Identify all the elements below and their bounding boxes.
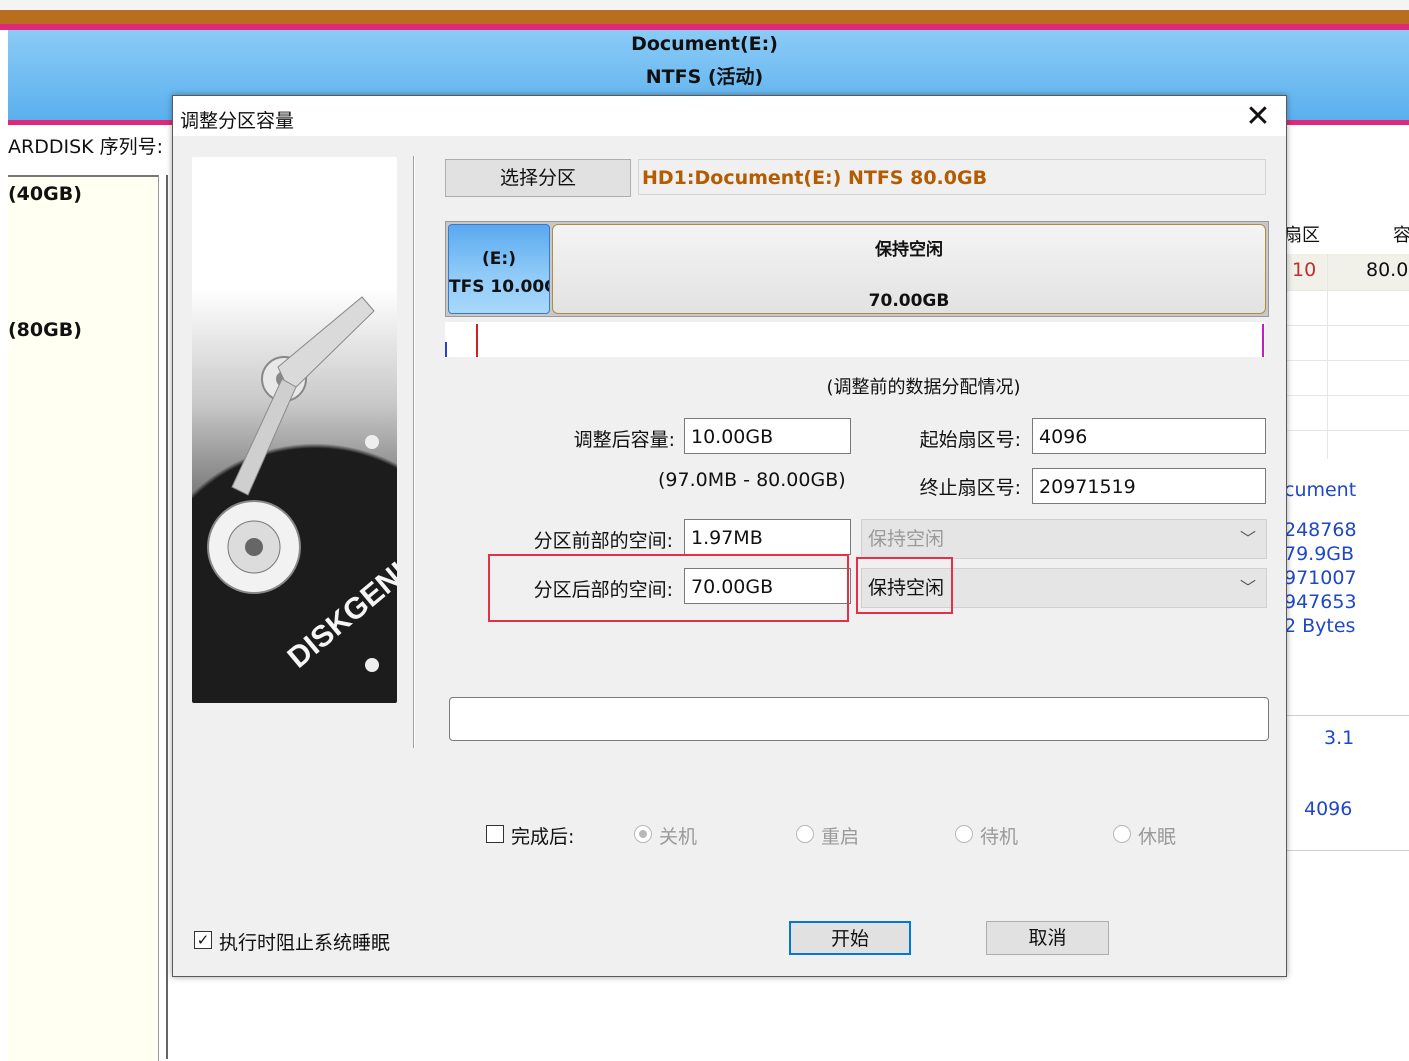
tree-item-40gb[interactable]: (40GB) bbox=[8, 183, 82, 205]
separator bbox=[1284, 715, 1409, 716]
disk-partition-fs: NTFS (活动) bbox=[645, 66, 764, 88]
info-value: 79.9GB bbox=[1284, 543, 1355, 565]
front-space-field[interactable]: 1.97MB bbox=[684, 519, 851, 555]
prevent-sleep-label: 执行时阻止系统睡眠 bbox=[219, 932, 391, 954]
close-icon: ✕ bbox=[1245, 99, 1271, 134]
title-bar-strip bbox=[0, 0, 1409, 30]
disk-info-row: ARDDISK 序列号: bbox=[8, 136, 164, 158]
start-sector-label: 起始扇区号: bbox=[919, 429, 1021, 451]
disk-tree-panel[interactable] bbox=[8, 175, 159, 1061]
info-value: 248768 bbox=[1284, 519, 1357, 541]
after-done-checkbox[interactable] bbox=[486, 825, 504, 843]
grid-line bbox=[1327, 254, 1328, 459]
info-value: 4096 bbox=[1304, 798, 1353, 820]
separator bbox=[1284, 850, 1409, 851]
new-size-field[interactable]: 10.00GB bbox=[684, 418, 851, 454]
column-header-sector[interactable]: 扇区 bbox=[1284, 221, 1320, 247]
free-space-size: 70.00GB bbox=[868, 291, 950, 311]
partition-block-e[interactable]: (E:) TFS 10.00G bbox=[448, 224, 550, 314]
table-cell-capacity: 80.0 bbox=[1366, 259, 1409, 281]
free-space-label: 保持空闲 bbox=[875, 240, 943, 260]
cancel-button[interactable]: 取消 bbox=[986, 921, 1109, 955]
new-size-label: 调整后容量: bbox=[573, 429, 675, 451]
info-value: 971007 bbox=[1284, 567, 1357, 589]
radio-hibernate-label: 休眠 bbox=[1138, 826, 1177, 848]
info-value: 2 Bytes bbox=[1284, 615, 1356, 637]
select-partition-button[interactable]: 选择分区 bbox=[445, 159, 631, 197]
selected-partition-name: HD1:Document(E:) NTFS 80.0GB bbox=[638, 159, 1266, 195]
radio-restart-label: 重启 bbox=[821, 826, 860, 848]
radio-restart[interactable] bbox=[796, 825, 814, 843]
radio-standby-label: 待机 bbox=[980, 826, 1019, 848]
dialog-title: 调整分区容量 bbox=[180, 110, 295, 132]
radio-shutdown-label: 关机 bbox=[659, 826, 698, 848]
front-space-action-value: 保持空闲 bbox=[868, 528, 945, 550]
content-divider bbox=[166, 175, 168, 1059]
front-space-action-select: 保持空闲 ﹀ bbox=[861, 519, 1267, 559]
info-value: 3.1 bbox=[1324, 727, 1355, 749]
allocation-marks bbox=[445, 324, 1264, 357]
end-sector-field[interactable]: 20971519 bbox=[1032, 468, 1266, 504]
column-header-capacity[interactable]: 容 bbox=[1393, 221, 1409, 247]
vertical-separator bbox=[413, 156, 415, 748]
grid-line bbox=[1284, 290, 1409, 291]
grid-line bbox=[1284, 360, 1409, 361]
end-sector-label: 终止扇区号: bbox=[919, 477, 1021, 499]
after-done-label: 完成后: bbox=[511, 826, 575, 848]
dialog-title-bar[interactable] bbox=[173, 96, 1286, 136]
hdd-illustration-icon: DISKGENIUS bbox=[207, 296, 397, 675]
size-range-note: (97.0MB - 80.00GB) bbox=[658, 469, 846, 491]
start-sector-field[interactable]: 4096 bbox=[1032, 418, 1266, 454]
info-value: 947653 bbox=[1284, 591, 1357, 613]
partition-e-label: (E:) bbox=[482, 249, 516, 269]
radio-shutdown[interactable] bbox=[634, 825, 652, 843]
grid-line bbox=[1284, 395, 1409, 396]
close-button[interactable]: ✕ bbox=[1236, 99, 1280, 135]
resize-partition-dialog: 调整分区容量 ✕ DISKGENIUS 选择分区 HD1:Document(E:… bbox=[172, 95, 1287, 977]
disk-partition-name: Document(E:) bbox=[631, 33, 778, 55]
front-space-label: 分区前部的空间: bbox=[533, 530, 673, 552]
info-value: cument bbox=[1284, 479, 1357, 501]
prevent-sleep-checkbox[interactable]: ✓ bbox=[194, 931, 212, 949]
tree-item-80gb[interactable]: (80GB) bbox=[8, 319, 82, 341]
highlight-back-action bbox=[856, 557, 953, 614]
chevron-down-icon: ﹀ bbox=[1239, 529, 1256, 548]
chevron-down-icon: ﹀ bbox=[1239, 578, 1256, 597]
free-space-block[interactable]: 保持空闲 70.00GB bbox=[552, 224, 1266, 314]
radio-hibernate[interactable] bbox=[1113, 825, 1131, 843]
partition-map[interactable]: (E:) TFS 10.00G 保持空闲 70.00GB bbox=[445, 221, 1269, 317]
start-button[interactable]: 开始 bbox=[789, 921, 911, 955]
table-cell-sector: 10 bbox=[1292, 259, 1317, 281]
grid-line bbox=[1284, 325, 1409, 326]
data-allocation-strip bbox=[445, 322, 1265, 357]
diskgenius-hdd-image: DISKGENIUS bbox=[192, 157, 397, 703]
highlight-back-space bbox=[488, 554, 849, 622]
partition-e-size: TFS 10.00G bbox=[449, 277, 550, 297]
grid-line bbox=[1284, 430, 1409, 431]
radio-standby[interactable] bbox=[955, 825, 973, 843]
progress-bar bbox=[449, 697, 1269, 741]
allocation-caption: (调整前的数据分配情况) bbox=[826, 377, 1021, 398]
